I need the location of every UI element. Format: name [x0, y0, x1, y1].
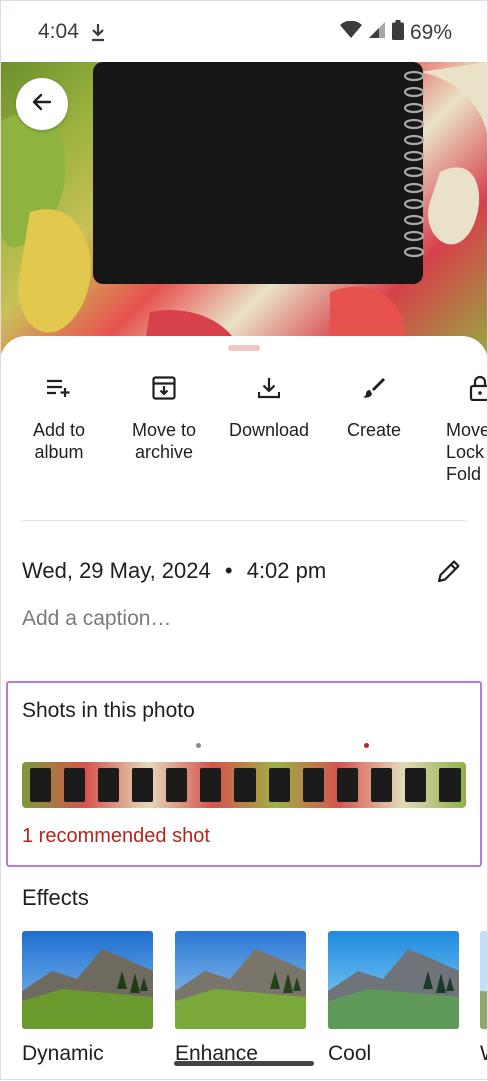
effect-name: Cool [328, 1042, 372, 1065]
effect-thumbnail [22, 931, 153, 1029]
photo-time: 4:02 pm [246, 558, 327, 583]
add-to-album-button[interactable]: Add to album [7, 370, 111, 463]
shots-filmstrip[interactable] [22, 762, 466, 808]
recommended-shot-marker [364, 743, 369, 748]
shot-frame[interactable] [22, 762, 56, 808]
download-button[interactable]: Download [217, 370, 321, 441]
shot-frame[interactable] [261, 762, 295, 808]
info-sheet[interactable]: Add to album Move to archive Download Cr… [0, 336, 488, 1080]
date-separator: • [224, 558, 233, 583]
move-to-archive-button[interactable]: Move to archive [112, 370, 216, 463]
caption-input[interactable]: Add a caption… [22, 607, 171, 631]
effect-thumbnail [328, 931, 459, 1029]
effect-thumbnail [175, 931, 306, 1029]
action-label: Create [346, 420, 402, 440]
shot-frame[interactable] [56, 762, 90, 808]
brush-icon [322, 370, 426, 406]
effect-enhance[interactable]: Enhance [175, 931, 306, 1066]
action-label: Download [228, 420, 310, 440]
shot-frame[interactable] [398, 762, 432, 808]
effect-dynamic[interactable]: Dynamic [22, 931, 153, 1066]
shot-frame[interactable] [193, 762, 227, 808]
status-bar: 4:04 69% [0, 0, 488, 62]
action-label: Move Lock Fold [446, 420, 488, 484]
shots-title: Shots in this photo [22, 699, 195, 722]
status-time: 4:04 [38, 20, 79, 43]
photo-date: Wed, 29 May, 2024 [22, 558, 211, 583]
effect-name: Dynamic [22, 1042, 104, 1065]
shot-frame[interactable] [90, 762, 124, 808]
action-label: Add to album [32, 420, 86, 462]
effect-partial[interactable]: W [480, 931, 488, 1066]
effects-carousel[interactable]: Dynamic Enhance Cool [22, 931, 488, 1081]
effect-name: W [480, 1042, 488, 1066]
shot-frame[interactable] [329, 762, 363, 808]
divider [22, 520, 466, 521]
shot-frame[interactable] [227, 762, 261, 808]
pencil-icon [436, 560, 462, 588]
battery-percentage: 69% [409, 20, 452, 44]
shot-frame[interactable] [124, 762, 158, 808]
shot-frame[interactable] [432, 762, 466, 808]
current-shot-marker [196, 743, 201, 748]
date-time: Wed, 29 May, 2024 • 4:02 pm [22, 558, 326, 584]
wifi-icon [339, 20, 362, 44]
shot-frame[interactable] [159, 762, 193, 808]
drag-handle[interactable] [228, 345, 260, 351]
recommended-shot-link[interactable]: 1 recommended shot [22, 825, 210, 848]
download-icon [90, 22, 106, 47]
signal-icon [368, 21, 386, 44]
playlist-add-icon [7, 370, 111, 406]
effect-cool[interactable]: Cool [328, 931, 459, 1066]
create-button[interactable]: Create [322, 370, 426, 441]
action-label: Move to archive [131, 420, 197, 462]
download-icon [217, 370, 321, 406]
archive-icon [112, 370, 216, 406]
action-row: Add to album Move to archive Download Cr… [0, 370, 488, 530]
photo-preview[interactable] [0, 62, 488, 372]
effects-title: Effects [22, 885, 89, 910]
gesture-nav-bar[interactable] [174, 1061, 314, 1066]
shot-frame[interactable] [364, 762, 398, 808]
lock-icon [428, 370, 488, 406]
edit-date-button[interactable] [436, 558, 462, 589]
arrow-left-icon [30, 90, 54, 119]
move-to-locked-folder-button[interactable]: Move Lock Fold [428, 370, 488, 485]
shot-frame[interactable] [295, 762, 329, 808]
shots-in-photo-section: Shots in this photo 1 recommended shot [6, 681, 482, 867]
effect-thumbnail [480, 931, 488, 1029]
back-button[interactable] [16, 78, 68, 130]
battery-icon [391, 20, 404, 45]
